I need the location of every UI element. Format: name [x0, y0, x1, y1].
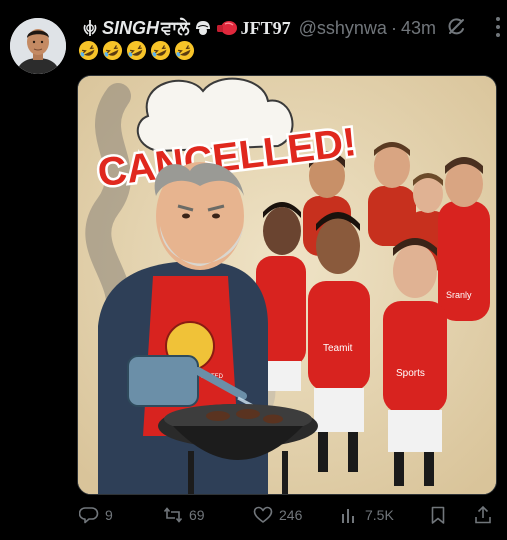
author-avatar[interactable]	[10, 18, 66, 74]
views-count: 7.5K	[365, 507, 394, 523]
repost-button[interactable]: 69	[163, 501, 205, 529]
grok-icon[interactable]	[446, 16, 468, 38]
rolling-laughing-emoji-icon	[102, 40, 123, 61]
shirt-sponsor-3: Sranly	[446, 290, 472, 300]
author-team-tag: JFT97	[240, 17, 291, 38]
avatar-image	[10, 18, 66, 74]
author-handle[interactable]: @sshynwa	[299, 18, 387, 39]
reply-count: 9	[105, 507, 113, 523]
share-icon	[475, 505, 491, 524]
shirt-sponsor-2: Sports	[396, 368, 425, 379]
author-name-suffix: ਵਾਲੇ	[161, 17, 190, 38]
rolling-laughing-emoji-icon	[126, 40, 147, 61]
reply-button[interactable]: 9	[79, 501, 113, 529]
rolling-laughing-emoji-icon	[78, 40, 99, 61]
more-vertical-icon[interactable]	[489, 14, 507, 40]
reply-icon	[79, 507, 99, 524]
like-button[interactable]: 246	[253, 501, 302, 529]
rolling-laughing-emoji-icon	[150, 40, 171, 61]
meta-separator: ·	[390, 17, 397, 38]
action-bar: 9 69 246 7.5K	[77, 501, 497, 529]
heart-icon	[253, 506, 273, 523]
post-timestamp[interactable]: 43m	[401, 18, 436, 39]
post-image[interactable]: Sranly Teamit Sports CANCELLED!	[77, 75, 497, 495]
tweet: SINGH ਵਾਲੇ JFT97 @sshynwa · 43m Sranly T…	[0, 0, 507, 540]
post-text-emoji-row	[78, 40, 195, 61]
rolling-laughing-emoji-icon	[174, 40, 195, 61]
author-name: SINGH	[102, 17, 160, 38]
repost-icon	[163, 507, 183, 523]
views-icon	[342, 509, 354, 523]
share-button[interactable]	[473, 501, 493, 529]
views-button[interactable]: 7.5K	[339, 501, 394, 529]
bookmark-icon	[431, 506, 445, 524]
tweet-header: SINGH ਵਾਲੇ JFT97 @sshynwa · 43m	[78, 14, 507, 42]
khanda-icon	[83, 20, 97, 36]
shirt-sponsor-1: Teamit	[323, 343, 353, 354]
repost-count: 69	[189, 507, 205, 523]
like-count: 246	[279, 507, 303, 523]
author-meta: @sshynwa · 43m	[299, 18, 436, 39]
author-display-name[interactable]: SINGH ਵਾਲੇ JFT97	[78, 18, 291, 39]
bookmark-button[interactable]	[428, 501, 448, 529]
turban-icon	[195, 21, 210, 35]
boxing-glove-icon	[216, 21, 237, 35]
cartoon-illustration: Sranly Teamit Sports CANCELLED!	[78, 76, 496, 494]
